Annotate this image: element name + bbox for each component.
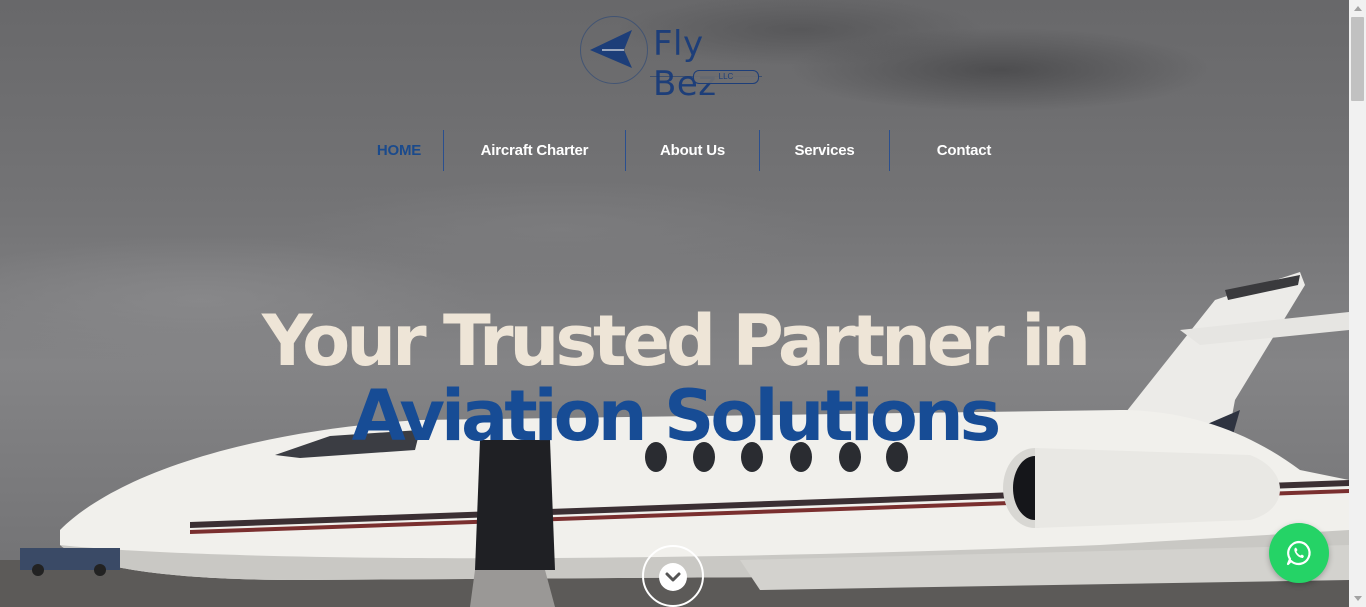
scroll-down-arrow-icon[interactable] bbox=[1349, 590, 1366, 607]
hero-section: Fly Bez LLC HOME Aircraft Charter About … bbox=[0, 0, 1349, 607]
hero-headline-line2: Aviation Solutions bbox=[351, 375, 1002, 457]
scroll-up-arrow-icon[interactable] bbox=[1349, 0, 1366, 17]
nav-item-services[interactable]: Services bbox=[760, 130, 890, 171]
nav-item-contact[interactable]: Contact bbox=[890, 130, 1038, 171]
hero-headline-line1: Your Trusted Partner in bbox=[261, 300, 1091, 382]
whatsapp-icon bbox=[1286, 540, 1311, 566]
nav-item-home[interactable]: HOME bbox=[355, 130, 444, 171]
logo-suffix: LLC bbox=[693, 70, 759, 84]
whatsapp-button[interactable] bbox=[1269, 523, 1329, 583]
scroll-down-button[interactable] bbox=[642, 545, 704, 607]
logo-name: Fly Bez bbox=[653, 24, 717, 104]
brand-logo[interactable]: Fly Bez LLC bbox=[578, 14, 768, 104]
chevron-down-icon bbox=[659, 563, 687, 591]
nav-item-about-us[interactable]: About Us bbox=[626, 130, 760, 171]
nav-item-aircraft-charter[interactable]: Aircraft Charter bbox=[444, 130, 626, 171]
main-nav: HOME Aircraft Charter About Us Services … bbox=[355, 130, 1038, 171]
paper-plane-icon bbox=[590, 30, 632, 68]
scrollbar-thumb[interactable] bbox=[1351, 17, 1364, 101]
page-scrollbar[interactable] bbox=[1349, 0, 1366, 607]
